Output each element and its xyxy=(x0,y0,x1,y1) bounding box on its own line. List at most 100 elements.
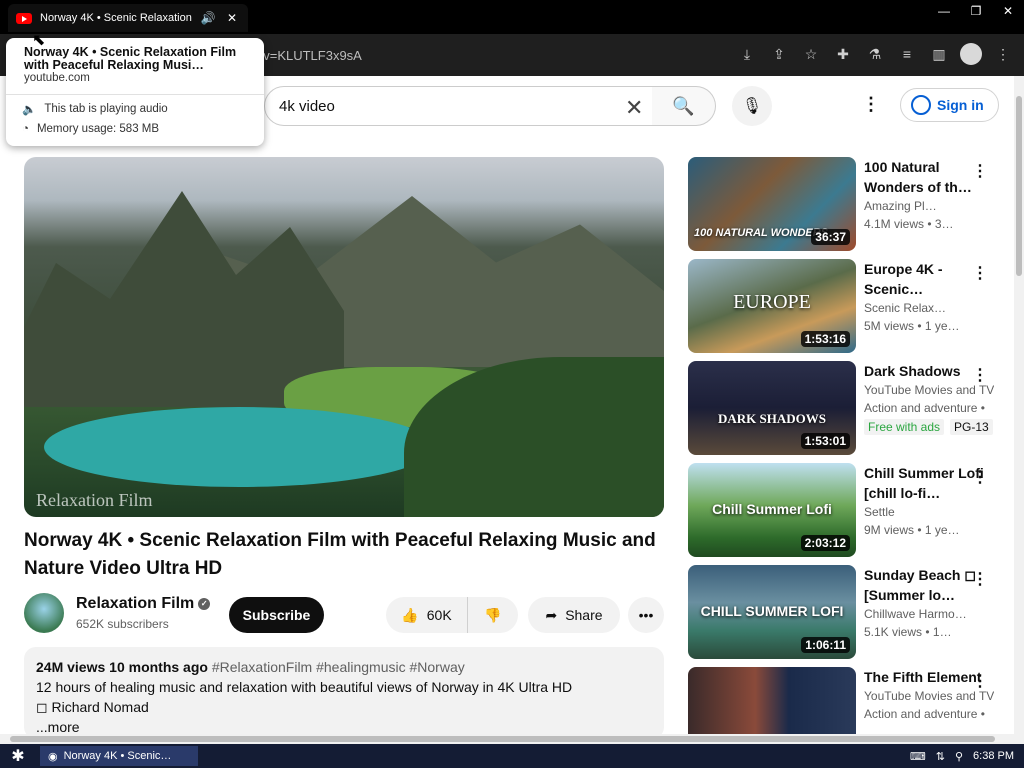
description-credit: Richard Nomad xyxy=(51,699,149,715)
media-queue-icon[interactable]: ≡ xyxy=(896,42,918,66)
subscribe-button[interactable]: Subscribe xyxy=(229,597,324,633)
video-meta: 4.1M views • 3… xyxy=(864,217,954,231)
install-icon[interactable]: ⤓ xyxy=(736,42,758,66)
browser-menu-icon[interactable]: ⋮ xyxy=(992,42,1014,66)
channel-name[interactable]: Relaxation Film ✓ xyxy=(76,595,211,613)
extensions-icon[interactable]: ✚ xyxy=(832,42,854,66)
horizontal-scroll-thumb[interactable] xyxy=(10,736,995,742)
recommended-video[interactable]: CHILL SUMMER LOFI 1:06:11 Sunday Beach ◻… xyxy=(688,565,1008,659)
video-menu-icon[interactable]: ⋮ xyxy=(972,161,988,181)
recommended-video[interactable]: EUROPE 1:53:16 Europe 4K - Scenic… Sceni… xyxy=(688,259,1008,353)
dislike-button[interactable]: 👎 xyxy=(468,607,518,624)
taskbar-window-label: Norway 4K • Scenic… xyxy=(63,750,172,762)
video-thumbnail[interactable]: 100 NATURAL WONDERS 36:37 xyxy=(688,157,856,251)
address-bar[interactable]: ?v=KLUTLF3x9sA xyxy=(250,40,710,70)
share-page-icon[interactable]: ⇪ xyxy=(768,42,790,66)
more-actions-icon[interactable]: ••• xyxy=(628,597,664,633)
recommended-video[interactable]: Chill Summer Lofi 2:03:12 Chill Summer L… xyxy=(688,463,1008,557)
video-player[interactable]: Relaxation Film xyxy=(24,157,664,517)
sign-in-button[interactable]: Sign in xyxy=(900,88,999,122)
like-dislike-group: 👍 60K 👎 xyxy=(386,597,518,633)
description-line-1: 12 hours of healing music and relaxation… xyxy=(36,679,573,695)
like-count: 60K xyxy=(426,607,452,623)
hashtags[interactable]: #RelaxationFilm #healingmusic #Norway xyxy=(212,659,465,675)
video-menu-icon[interactable]: ⋮ xyxy=(972,263,988,283)
close-window-icon[interactable]: ✕ xyxy=(992,0,1024,22)
video-menu-icon[interactable]: ⋮ xyxy=(972,365,988,385)
video-thumbnail[interactable]: DARK SHADOWS 1:53:01 xyxy=(688,361,856,455)
video-meta: Action and adventure • xyxy=(864,707,985,721)
like-button[interactable]: 👍 60K xyxy=(386,597,468,633)
clear-search-icon[interactable]: ✕ xyxy=(625,95,643,121)
settings-menu-icon[interactable]: ⋮ xyxy=(862,94,880,115)
share-label: Share xyxy=(565,607,603,623)
subscriber-count: 652K subscribers xyxy=(76,617,169,631)
profile-icon[interactable] xyxy=(960,42,982,66)
vertical-scrollbar[interactable] xyxy=(1014,76,1024,734)
tab-title: Norway 4K • Scenic Relaxation xyxy=(40,12,192,24)
search-tray-icon[interactable]: ⚲ xyxy=(955,750,963,763)
recommended-video[interactable]: DARK SHADOWS 1:53:01 Dark Shadows YouTub… xyxy=(688,361,1008,455)
thumbs-up-icon: 👍 xyxy=(401,606,419,623)
video-menu-icon[interactable]: ⋮ xyxy=(972,569,988,589)
thumbnail-text: EUROPE xyxy=(733,291,811,313)
audio-status: 🔈 This tab is playing audio xyxy=(22,102,168,116)
start-menu-icon[interactable]: ✱ xyxy=(0,744,36,768)
video-thumbnail[interactable]: CHILL SUMMER LOFI 1:06:11 xyxy=(688,565,856,659)
duration-badge: 36:37 xyxy=(811,229,850,245)
restore-icon[interactable]: ❐ xyxy=(960,0,992,22)
upload-age: 10 months ago xyxy=(109,659,208,675)
video-menu-icon[interactable]: ⋮ xyxy=(972,671,988,691)
channel-avatar[interactable] xyxy=(24,593,64,633)
duration-badge: 2:03:12 xyxy=(800,535,850,551)
microphone-icon: 🎙 xyxy=(741,98,763,115)
bookmark-star-icon[interactable]: ☆ xyxy=(800,42,822,66)
clock[interactable]: 6:38 PM xyxy=(973,750,1014,762)
recommended-video[interactable]: 100 NATURAL WONDERS 36:37 100 Natural Wo… xyxy=(688,157,1008,251)
duration-badge: 1:06:11 xyxy=(801,637,850,653)
search-button[interactable]: 🔍 xyxy=(652,86,716,126)
os-taskbar: ✱ ◉ Norway 4K • Scenic… ⌨ ⇅ ⚲ 6:38 PM xyxy=(0,744,1024,768)
channel-name: Settle xyxy=(864,505,895,519)
vertical-scroll-thumb[interactable] xyxy=(1016,96,1022,276)
video-meta: 5M views • 1 ye… xyxy=(864,319,960,333)
thumbnail-text: Chill Summer Lofi xyxy=(712,501,832,517)
hover-card-divider xyxy=(6,94,264,95)
lake xyxy=(44,407,434,487)
description-meta: 24M views 10 months ago #RelaxationFilm … xyxy=(36,657,652,677)
voice-search-button[interactable]: 🎙 xyxy=(732,86,772,126)
audio-status-text: This tab is playing audio xyxy=(44,103,168,115)
video-menu-icon[interactable]: ⋮ xyxy=(972,467,988,487)
side-panel-icon[interactable]: ▥ xyxy=(928,42,950,66)
search-icon: 🔍 xyxy=(672,95,695,116)
verified-icon: ✓ xyxy=(198,597,211,610)
minimize-icon[interactable]: — xyxy=(928,0,960,22)
video-thumbnail[interactable]: Chill Summer Lofi 2:03:12 xyxy=(688,463,856,557)
browser-titlebar: Norway 4K • Scenic Relaxation 🔊 ✕ — ❐ ✕ xyxy=(0,0,1024,34)
video-thumbnail[interactable]: EUROPE 1:53:16 xyxy=(688,259,856,353)
memory-status: ◔ Memory usage: 583 MB xyxy=(22,123,159,135)
keyboard-icon[interactable]: ⌨ xyxy=(910,750,926,763)
taskbar-window-button[interactable]: ◉ Norway 4K • Scenic… xyxy=(40,746,198,766)
share-arrow-icon: ➦ xyxy=(545,606,558,623)
description-box[interactable]: 24M views 10 months ago #RelaxationFilm … xyxy=(24,647,664,739)
network-icon[interactable]: ⇅ xyxy=(936,750,945,763)
search-input[interactable]: 4k video ✕ xyxy=(264,86,654,126)
free-with-ads-badge: Free with ads xyxy=(864,419,945,435)
toolbar-icons: ⤓ ⇪ ☆ ✚ ⚗ ≡ ▥ ⋮ xyxy=(736,42,1014,66)
thumbs-down-icon: 👎 xyxy=(484,606,502,623)
speaker-icon[interactable]: 🔊 xyxy=(200,11,216,25)
system-tray: ⌨ ⇅ ⚲ 6:38 PM xyxy=(910,744,1014,768)
thumbnail-text: DARK SHADOWS xyxy=(718,411,826,426)
browser-tab[interactable]: Norway 4K • Scenic Relaxation 🔊 ✕ xyxy=(8,4,248,32)
badge-row: Free with ads PG-13 xyxy=(864,419,994,435)
speaker-icon: 🔈 xyxy=(22,104,37,116)
view-count: 24M views xyxy=(36,659,106,675)
close-tab-icon[interactable]: ✕ xyxy=(224,11,240,25)
video-meta: 5.1K views • 1… xyxy=(864,625,952,639)
horizontal-scrollbar[interactable] xyxy=(0,734,1024,744)
video-watermark: Relaxation Film xyxy=(36,490,153,510)
duration-badge: 1:53:16 xyxy=(800,331,850,347)
labs-flask-icon[interactable]: ⚗ xyxy=(864,42,886,66)
share-button[interactable]: ➦ Share xyxy=(528,597,620,633)
